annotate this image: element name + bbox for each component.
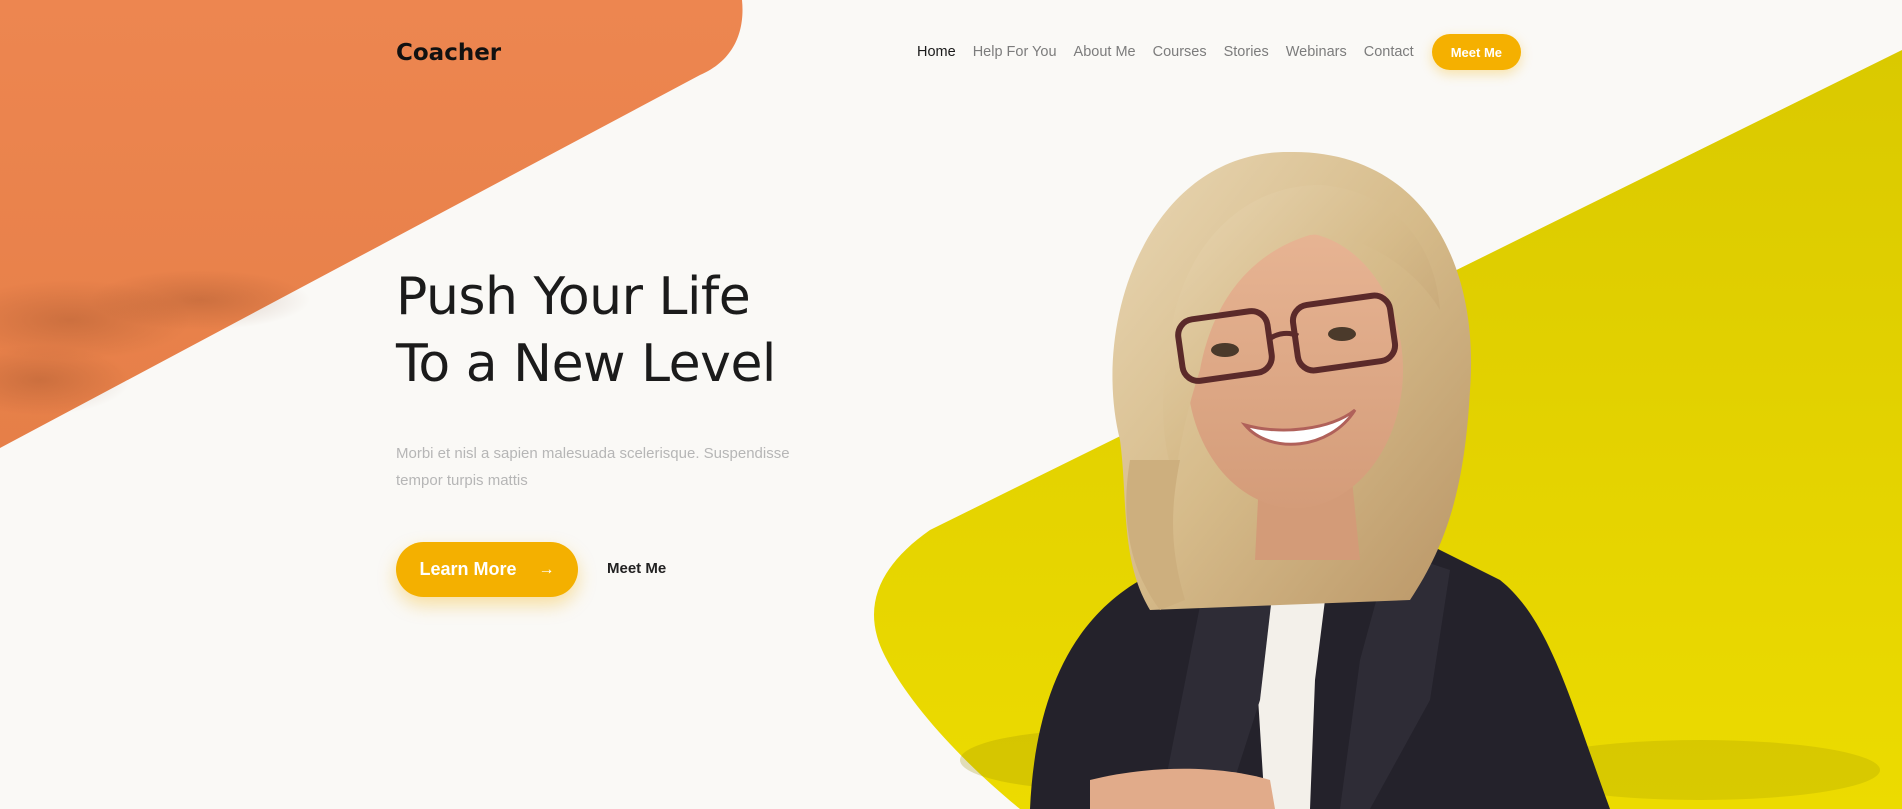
landing-page: Coacher Home Help For You About Me Cours… <box>0 0 1902 809</box>
coach-portrait-image <box>1030 151 1610 809</box>
nav-link-help-for-you[interactable]: Help For You <box>973 44 1057 60</box>
nav-link-contact[interactable]: Contact <box>1364 44 1414 60</box>
main-navigation: Home Help For You About Me Courses Stori… <box>917 34 1522 70</box>
learn-more-button[interactable]: Learn More → <box>396 542 578 597</box>
nav-link-courses[interactable]: Courses <box>1153 44 1207 60</box>
hero-title: Push Your Life To a New Level <box>396 264 776 398</box>
hero-description: Morbi et nisl a sapien malesuada sceleri… <box>396 445 790 489</box>
brand-logo[interactable]: Coacher <box>396 40 501 66</box>
nav-meet-me-button[interactable]: Meet Me <box>1431 34 1522 70</box>
learn-more-label: Learn More <box>419 559 517 579</box>
nav-link-webinars[interactable]: Webinars <box>1286 44 1347 60</box>
nav-link-home[interactable]: Home <box>917 44 956 60</box>
meet-me-link[interactable]: Meet Me <box>607 560 666 577</box>
arrow-right-icon: → <box>538 560 555 578</box>
hero-title-line-1: Push Your Life <box>396 267 751 327</box>
nav-link-stories[interactable]: Stories <box>1224 44 1269 60</box>
hero-title-line-2: To a New Level <box>396 334 776 394</box>
nav-link-about-me[interactable]: About Me <box>1074 44 1136 60</box>
